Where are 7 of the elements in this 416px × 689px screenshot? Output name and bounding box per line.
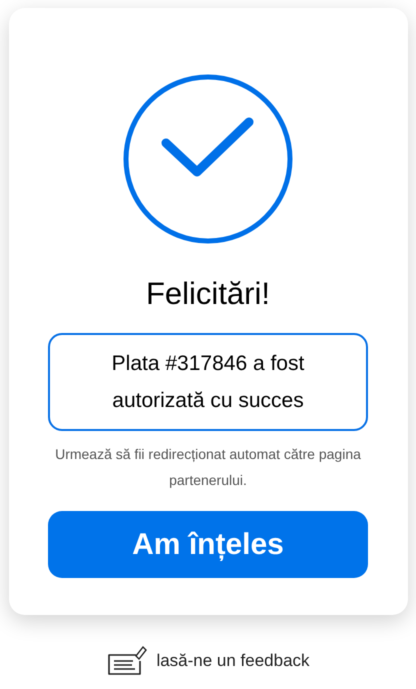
check-circle-icon	[123, 74, 293, 244]
message-box: Plata #317846 a fost autorizată cu succes	[48, 333, 368, 431]
note-edit-icon	[106, 645, 148, 677]
feedback-link[interactable]: lasă-ne un feedback	[106, 645, 310, 677]
redirect-note: Urmează să fii redirecționat automat către pagina partenerului.	[54, 445, 362, 490]
success-title: Felicitări!	[146, 275, 270, 313]
confirm-button[interactable]: Am înțeles	[48, 511, 368, 578]
